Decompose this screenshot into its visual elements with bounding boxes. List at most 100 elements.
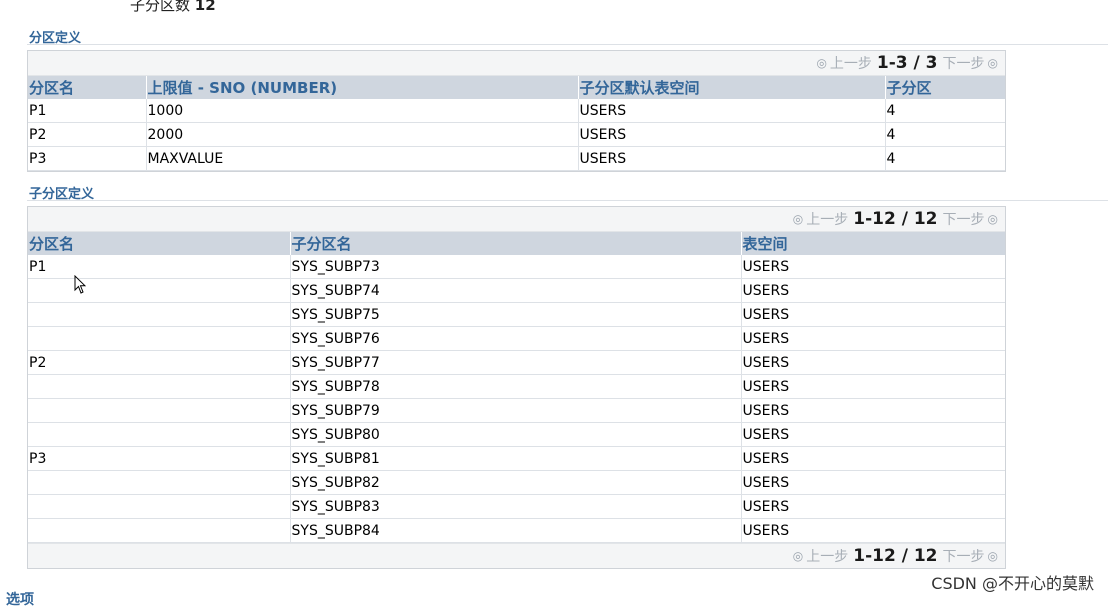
tablespace-cell: USERS xyxy=(741,446,1005,471)
partition-name-cell xyxy=(28,326,291,351)
partition-name-cell: P3 xyxy=(28,446,291,471)
subpartition-name-cell: SYS_SUBP77 xyxy=(290,350,742,375)
subpartition-name-cell: SYS_SUBP84 xyxy=(290,518,742,543)
subpartition-table-body: P1 SYS_SUBP73 USERS SYS_SUBP74 USERS SYS_SUBP… xyxy=(28,255,1005,543)
subpartition-count-cell: 4 xyxy=(885,122,1005,147)
partition-definition-panel: ◎ 上一步 1-3 / 3 下一步 ◎ 分区名 上限值 - SNO (NUMBE… xyxy=(27,50,1006,172)
tablespace-cell: USERS xyxy=(741,518,1005,543)
table-row: SYS_SUBP83 USERS xyxy=(28,494,1005,519)
subpartition-count-label: 子分区数 12 xyxy=(130,0,216,15)
subpartition-name-cell: SYS_SUBP74 xyxy=(290,278,742,303)
next-page-link[interactable]: 下一步 xyxy=(943,546,985,566)
next-circle-icon: ◎ xyxy=(987,56,998,70)
tablespace-cell: USERS xyxy=(741,398,1005,423)
prev-page-link[interactable]: 上一步 xyxy=(830,53,872,73)
next-circle-icon: ◎ xyxy=(987,212,998,226)
col-subpartition-name[interactable]: 子分区名 xyxy=(290,232,742,255)
watermark: CSDN @不开心的莫默 xyxy=(931,574,1094,593)
tablespace-cell: USERS xyxy=(741,422,1005,447)
subpartition-name-cell: SYS_SUBP80 xyxy=(290,422,742,447)
subpartition-pager: ◎ 上一步 1-12 / 12 下一步 ◎ xyxy=(28,207,1005,232)
table-row: P3 SYS_SUBP81 USERS xyxy=(28,446,1005,471)
section-divider xyxy=(27,44,1108,45)
section-divider xyxy=(27,200,1108,201)
subpartition-name-cell: SYS_SUBP73 xyxy=(290,255,742,279)
table-row: SYS_SUBP78 USERS xyxy=(28,374,1005,399)
partition-table-header: 分区名 上限值 - SNO (NUMBER) 子分区默认表空间 子分区 xyxy=(28,76,1005,99)
partition-name-cell: P3 xyxy=(28,146,147,171)
upper-bound-cell: MAXVALUE xyxy=(146,146,579,171)
table-row: P2 SYS_SUBP77 USERS xyxy=(28,350,1005,375)
col-default-tablespace[interactable]: 子分区默认表空间 xyxy=(578,76,886,99)
partition-pager: ◎ 上一步 1-3 / 3 下一步 ◎ xyxy=(28,51,1005,76)
subpartition-table: 分区名 子分区名 表空间 P1 SYS_SUBP73 USERS SYS_SUBP74… xyxy=(28,232,1005,543)
table-row: P2 2000 USERS 4 xyxy=(28,122,1005,147)
partition-name-cell xyxy=(28,494,291,519)
page-range: 1-12 / 12 xyxy=(853,209,938,229)
prev-page-link[interactable]: 上一步 xyxy=(806,209,848,229)
table-row: SYS_SUBP79 USERS xyxy=(28,398,1005,423)
upper-bound-cell: 1000 xyxy=(146,99,579,123)
subpartition-name-cell: SYS_SUBP78 xyxy=(290,374,742,399)
options-heading: 选项 xyxy=(6,592,34,608)
subpartition-count-text: 子分区数 xyxy=(130,0,191,14)
mouse-cursor-icon xyxy=(74,274,87,299)
col-tablespace[interactable]: 表空间 xyxy=(741,232,1005,255)
partition-name-cell xyxy=(28,374,291,399)
tablespace-cell: USERS xyxy=(741,302,1005,327)
tablespace-cell: USERS xyxy=(578,122,886,147)
partition-table: 分区名 上限值 - SNO (NUMBER) 子分区默认表空间 子分区 P1 1… xyxy=(28,76,1005,171)
table-row: SYS_SUBP80 USERS xyxy=(28,422,1005,447)
table-row: SYS_SUBP84 USERS xyxy=(28,518,1005,543)
col-upper-bound[interactable]: 上限值 - SNO (NUMBER) xyxy=(146,76,579,99)
prev-circle-icon: ◎ xyxy=(816,56,827,70)
table-row: P1 SYS_SUBP73 USERS xyxy=(28,255,1005,279)
partition-name-cell xyxy=(28,518,291,543)
partition-name-cell xyxy=(28,278,291,303)
tablespace-cell: USERS xyxy=(741,374,1005,399)
subpartition-table-header: 分区名 子分区名 表空间 xyxy=(28,232,1005,255)
tablespace-cell: USERS xyxy=(578,99,886,123)
partition-name-cell xyxy=(28,398,291,423)
subpartition-count-cell: 4 xyxy=(885,99,1005,123)
col-partition-name[interactable]: 分区名 xyxy=(28,76,147,99)
prev-circle-icon: ◎ xyxy=(792,212,804,226)
prev-circle-icon: ◎ xyxy=(792,549,804,563)
tablespace-cell: USERS xyxy=(741,278,1005,303)
subpartition-name-cell: SYS_SUBP81 xyxy=(290,446,742,471)
upper-bound-cell: 2000 xyxy=(146,122,579,147)
partition-name-cell xyxy=(28,470,291,495)
partition-name-cell xyxy=(28,422,291,447)
subpartition-name-cell: SYS_SUBP83 xyxy=(290,494,742,519)
table-row: SYS_SUBP82 USERS xyxy=(28,470,1005,495)
next-circle-icon: ◎ xyxy=(987,549,998,563)
col-subpartitions[interactable]: 子分区 xyxy=(885,76,1005,99)
table-row: P3 MAXVALUE USERS 4 xyxy=(28,146,1005,171)
tablespace-cell: USERS xyxy=(578,146,886,171)
tablespace-cell: USERS xyxy=(741,350,1005,375)
partition-name-cell: P1 xyxy=(28,255,291,279)
page-range: 1-3 / 3 xyxy=(876,53,938,73)
subpartition-count-cell: 4 xyxy=(885,146,1005,171)
partition-name-cell: P1 xyxy=(28,99,147,123)
subpartition-name-cell: SYS_SUBP76 xyxy=(290,326,742,351)
table-row: SYS_SUBP74 USERS xyxy=(28,278,1005,303)
next-page-link[interactable]: 下一步 xyxy=(943,53,985,73)
page-range: 1-12 / 12 xyxy=(853,546,938,566)
prev-page-link[interactable]: 上一步 xyxy=(806,546,848,566)
subpartition-definition-panel: ◎ 上一步 1-12 / 12 下一步 ◎ 分区名 子分区名 表空间 P1 SYS… xyxy=(27,206,1006,569)
subpartition-name-cell: SYS_SUBP75 xyxy=(290,302,742,327)
table-row: SYS_SUBP75 USERS xyxy=(28,302,1005,327)
tablespace-cell: USERS xyxy=(741,326,1005,351)
tablespace-cell: USERS xyxy=(741,255,1005,279)
tablespace-cell: USERS xyxy=(741,494,1005,519)
table-row: P1 1000 USERS 4 xyxy=(28,99,1005,123)
subpartition-name-cell: SYS_SUBP79 xyxy=(290,398,742,423)
subpartition-count-value: 12 xyxy=(194,0,216,14)
subpartition-bottom-pager: ◎ 上一步 1-12 / 12 下一步 ◎ xyxy=(28,543,1005,568)
subpartition-name-cell: SYS_SUBP82 xyxy=(290,470,742,495)
col-partition-name[interactable]: 分区名 xyxy=(28,232,291,255)
tablespace-cell: USERS xyxy=(741,470,1005,495)
table-row: SYS_SUBP76 USERS xyxy=(28,326,1005,351)
next-page-link[interactable]: 下一步 xyxy=(943,209,985,229)
